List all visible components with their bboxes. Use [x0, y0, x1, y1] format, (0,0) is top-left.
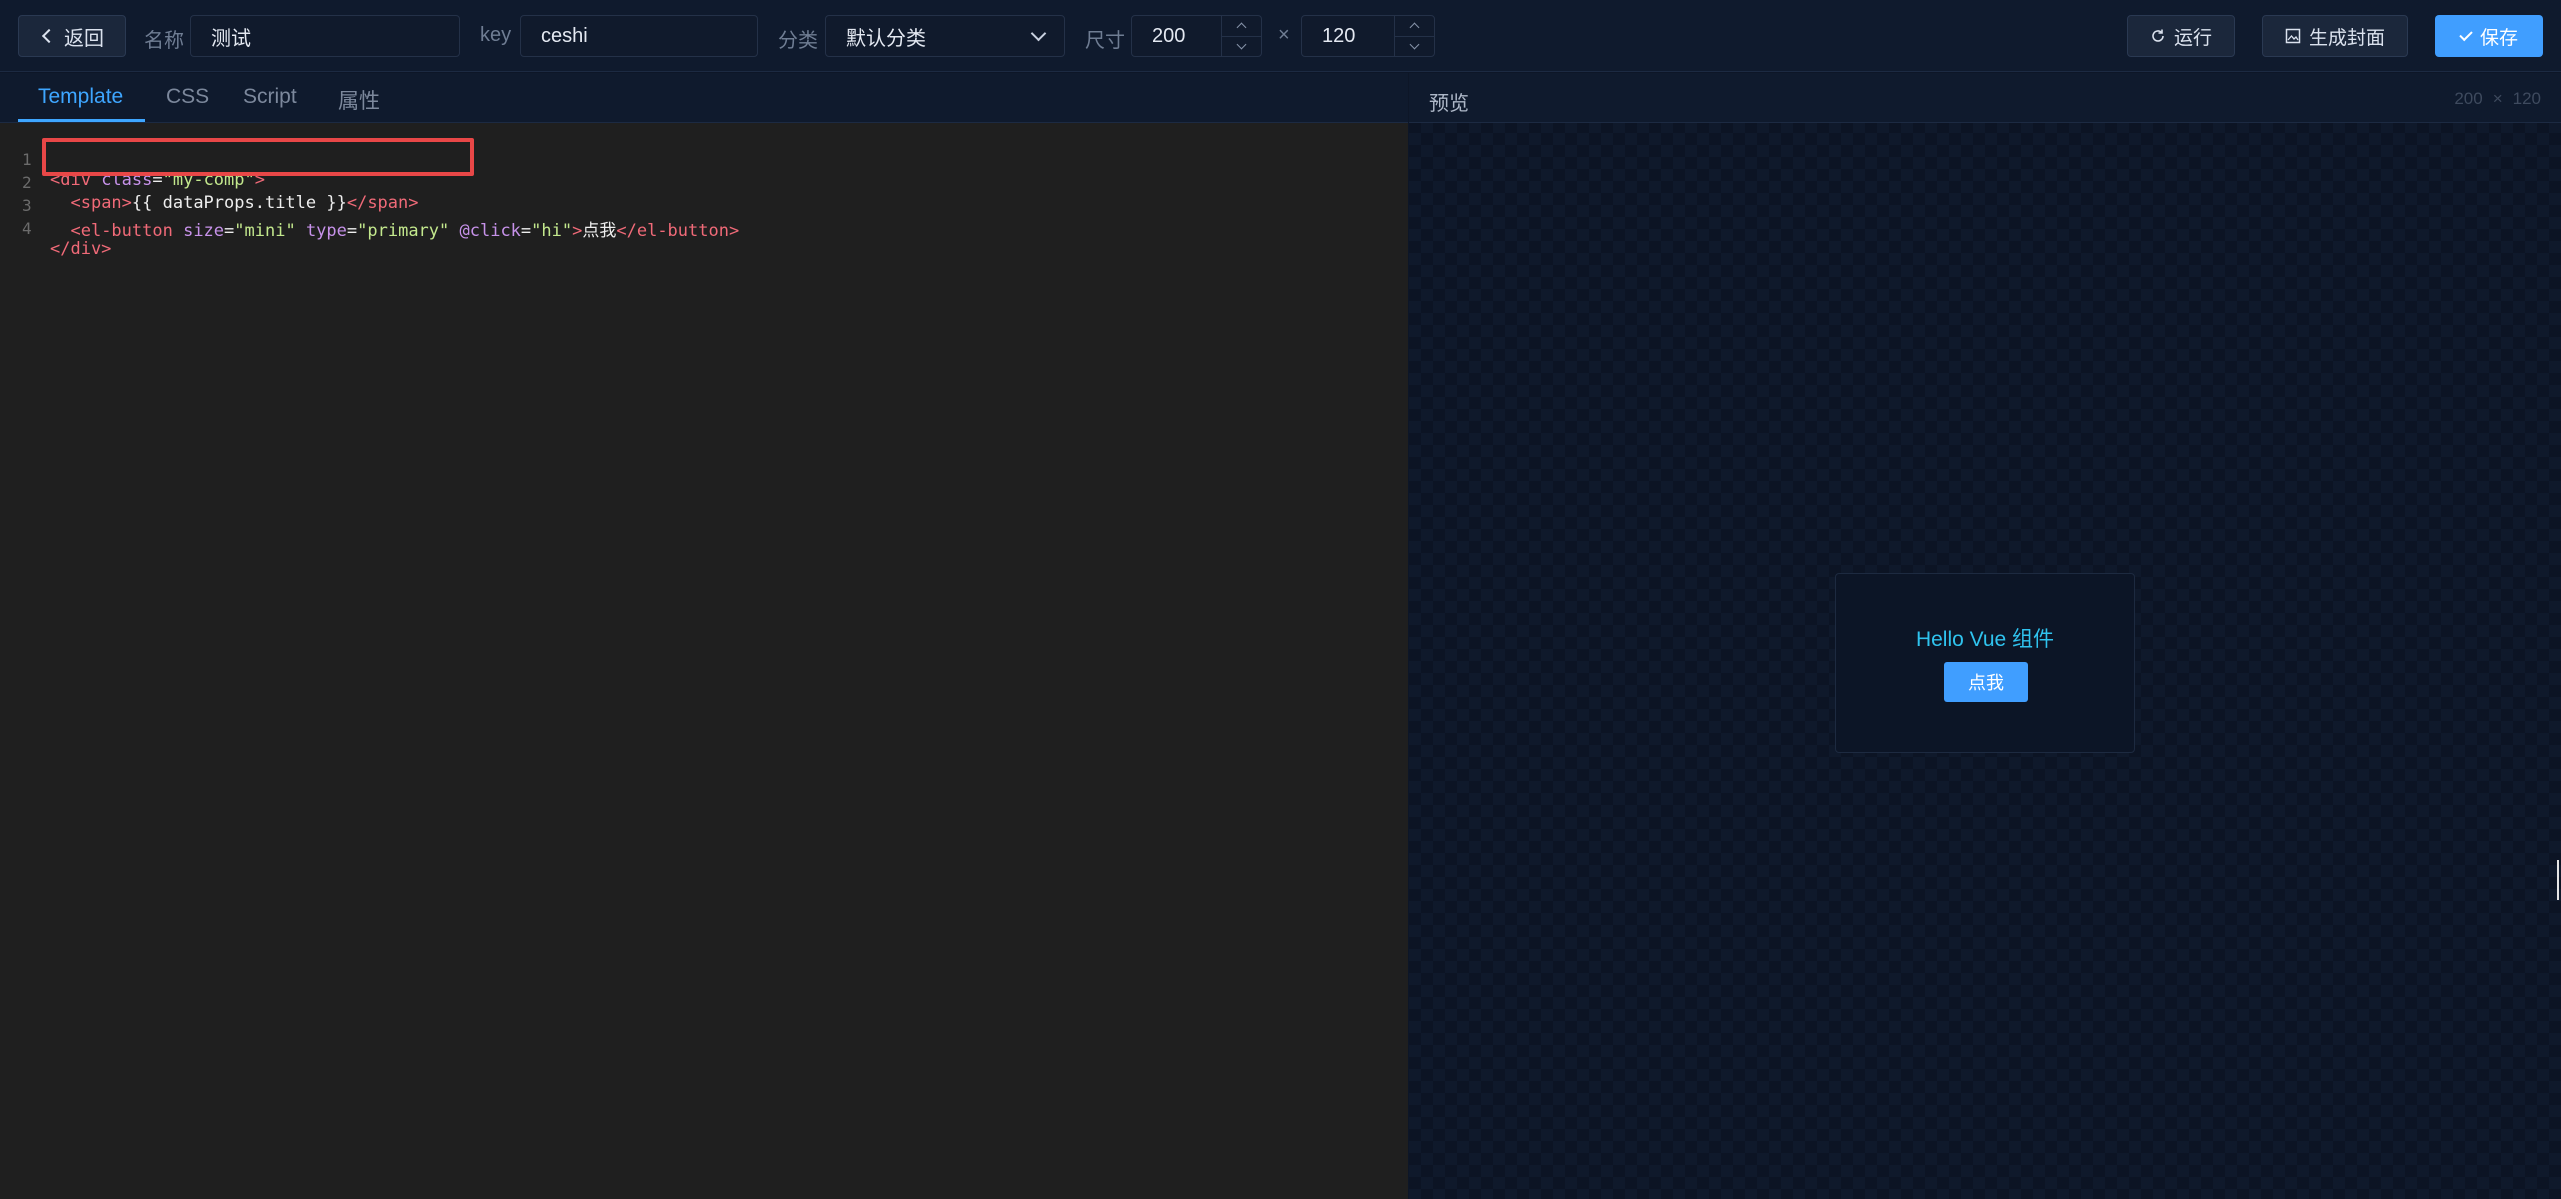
- height-stepper[interactable]: 120: [1301, 15, 1435, 57]
- check-icon: [2459, 27, 2473, 41]
- generate-cover-button[interactable]: 生成封面: [2262, 15, 2408, 57]
- chevron-down-icon: [1236, 39, 1247, 50]
- chevron-up-icon: [1236, 22, 1247, 33]
- preview-height: 120: [2512, 89, 2541, 108]
- refresh-icon: [2152, 29, 2164, 42]
- preview-header: 预览 200 × 120: [1409, 73, 2561, 123]
- width-decrease-button[interactable]: [1222, 35, 1261, 57]
- name-label: 名称: [144, 30, 184, 52]
- tab-template[interactable]: Template: [38, 85, 123, 109]
- image-icon: [2285, 28, 2301, 44]
- width-value: 200: [1152, 24, 1186, 47]
- preview-size: 200 × 120: [2454, 89, 2541, 109]
- name-input[interactable]: [190, 15, 460, 57]
- active-tab-indicator: [18, 119, 145, 122]
- tab-script[interactable]: Script: [243, 85, 297, 109]
- tab-properties[interactable]: 属性: [338, 85, 380, 115]
- code-line: 3 <el-button size="mini" type="primary" …: [0, 176, 1408, 241]
- save-button-label: 保存: [2479, 27, 2518, 49]
- editor-tabs: Template CSS Script 属性: [0, 73, 1408, 123]
- size-separator: ×: [1278, 24, 1290, 46]
- key-label: key: [480, 24, 512, 46]
- height-increase-button[interactable]: [1395, 16, 1434, 36]
- chevron-down-icon: [1409, 39, 1420, 50]
- run-button[interactable]: 运行: [2127, 15, 2235, 57]
- tab-css[interactable]: CSS: [166, 85, 209, 109]
- width-stepper[interactable]: 200: [1131, 15, 1262, 57]
- height-stepper-controls: [1394, 16, 1434, 56]
- width-stepper-controls: [1221, 16, 1261, 56]
- preview-width: 200: [2454, 89, 2483, 108]
- width-increase-button[interactable]: [1222, 16, 1261, 36]
- generate-cover-label: 生成封面: [2308, 27, 2385, 49]
- top-toolbar: 返回 名称 key 分类 默认分类 尺寸 200 × 120 运行: [0, 0, 2561, 72]
- key-input[interactable]: [520, 15, 758, 57]
- category-select[interactable]: 默认分类: [825, 15, 1065, 57]
- preview-size-separator: ×: [2492, 89, 2503, 108]
- component-preview: Hello Vue 组件 点我: [1835, 573, 2135, 753]
- scroll-edge: [2557, 860, 2559, 900]
- annotation-highlight-box: [42, 138, 474, 176]
- back-button-label: 返回: [64, 27, 104, 50]
- component-title: Hello Vue 组件: [1915, 628, 2055, 651]
- preview-title: 预览: [1429, 93, 1469, 115]
- save-button[interactable]: 保存: [2435, 15, 2543, 57]
- code-line: 4 </div>: [0, 199, 1408, 259]
- height-decrease-button[interactable]: [1395, 35, 1434, 57]
- component-click-button[interactable]: 点我: [1944, 662, 2028, 702]
- editor-panel: Template CSS Script 属性 1 <div class="my-…: [0, 73, 1408, 1199]
- height-value: 120: [1322, 24, 1356, 47]
- chevron-left-icon: [41, 28, 57, 44]
- code-content: </div>: [50, 239, 112, 259]
- chevron-up-icon: [1409, 22, 1420, 33]
- category-label: 分类: [778, 30, 818, 52]
- run-button-label: 运行: [2173, 27, 2212, 49]
- back-button[interactable]: 返回: [18, 15, 126, 57]
- code-editor[interactable]: 1 <div class="my-comp"> 2 <span>{{ dataP…: [0, 124, 1408, 1199]
- chevron-down-icon: [1030, 25, 1047, 42]
- preview-panel: 预览 200 × 120 Hello Vue 组件 点我: [1409, 73, 2561, 1199]
- size-label: 尺寸: [1085, 30, 1125, 52]
- line-number: 4: [22, 219, 32, 238]
- category-select-value: 默认分类: [846, 27, 926, 50]
